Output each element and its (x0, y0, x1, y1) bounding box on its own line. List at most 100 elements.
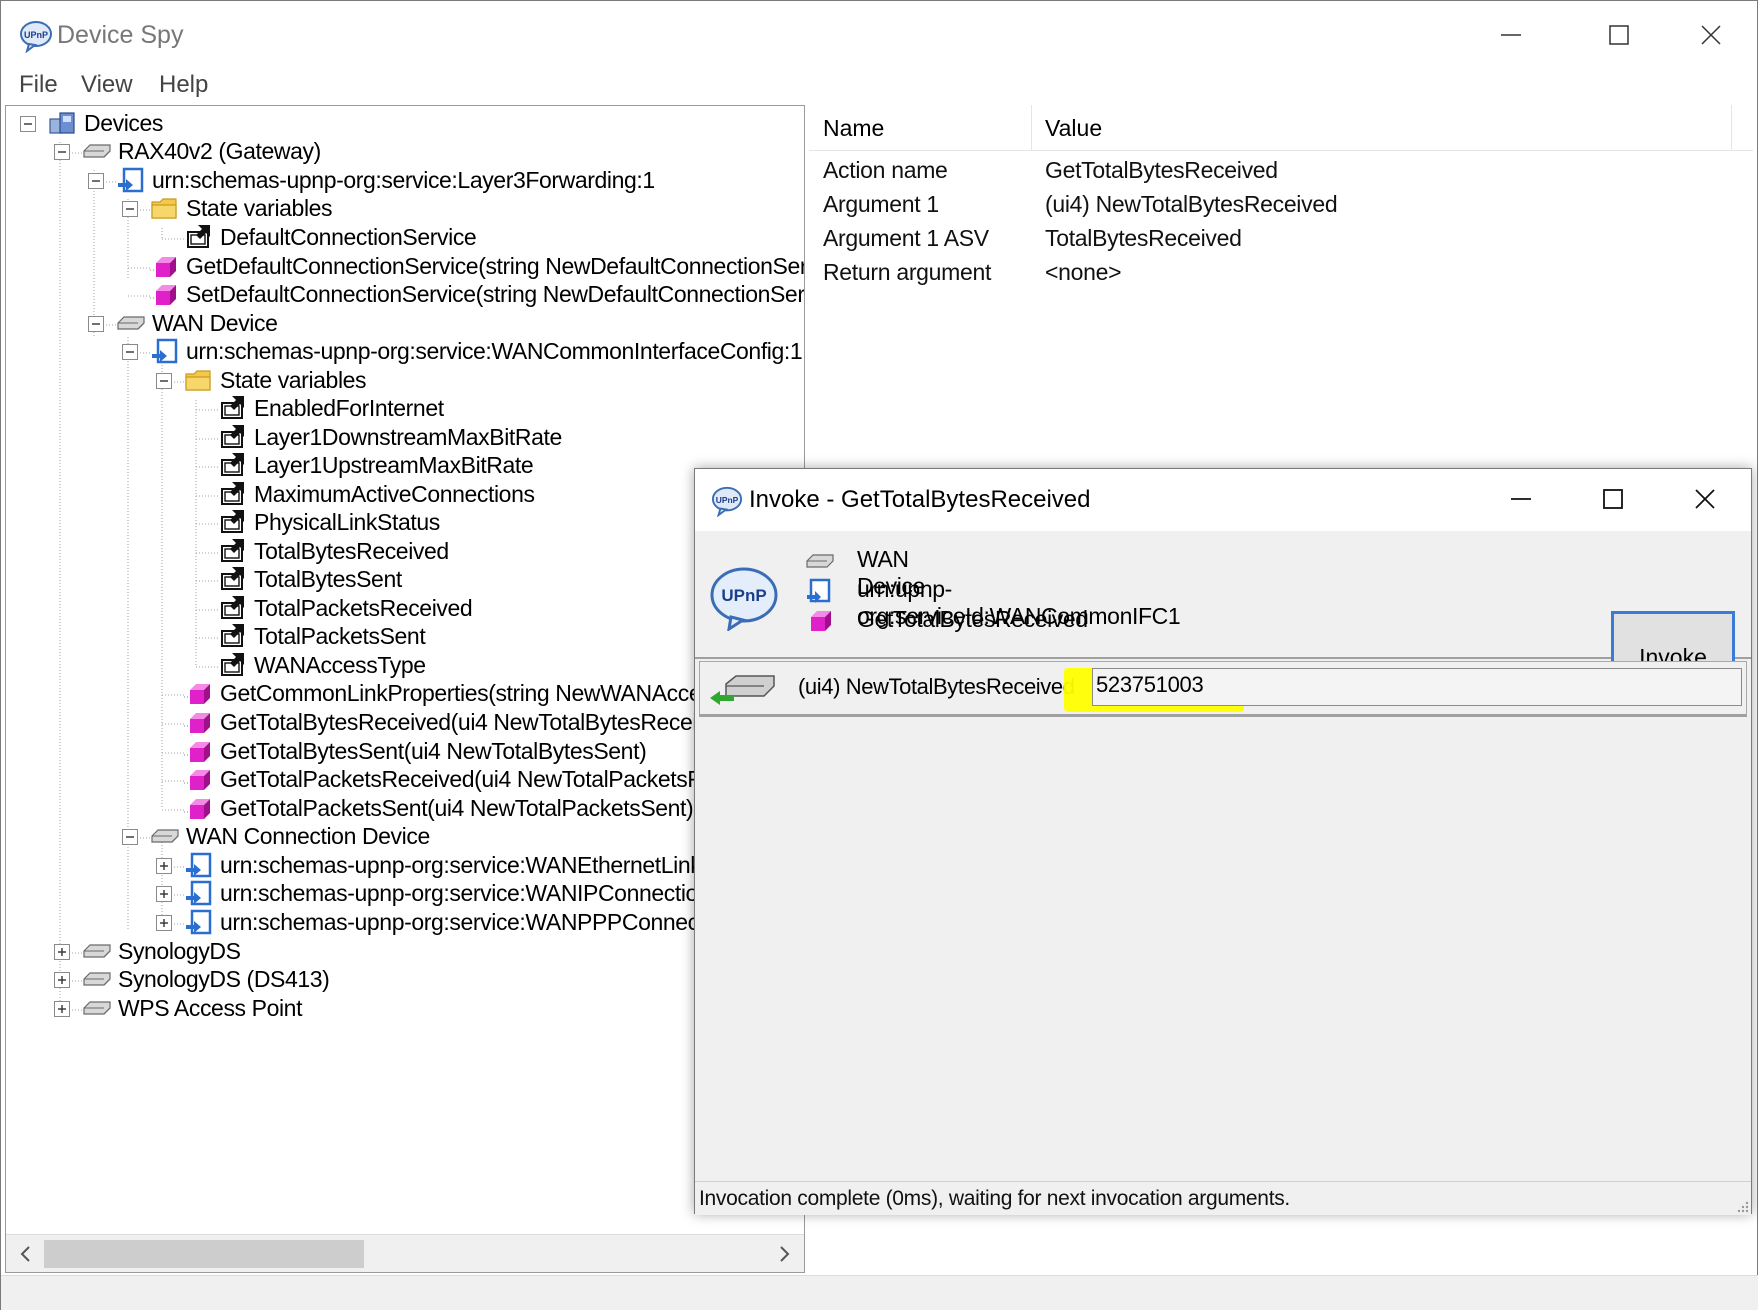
scroll-left-icon[interactable] (14, 1242, 38, 1266)
action-icon (184, 684, 210, 704)
service-icon (186, 909, 212, 935)
dialog-title: Invoke - GetTotalBytesReceived (749, 486, 1091, 513)
device-icon (83, 144, 111, 158)
property-row[interactable]: Argument 1 ASV TotalBytesReceived (809, 223, 1753, 257)
expand-icon[interactable] (54, 1001, 70, 1017)
tree-node-label: WAN Device (152, 310, 278, 336)
device-tree[interactable]: Devices RAX40v2 (Gateway) urn:schemas-upnp… (5, 105, 805, 1273)
property-row[interactable]: Action name GetTotalBytesReceived (809, 155, 1753, 189)
property-value: GetTotalBytesReceived (1045, 157, 1278, 183)
column-divider[interactable] (1031, 105, 1032, 151)
state-variable-icon (221, 453, 244, 476)
minimize-icon[interactable] (1501, 479, 1541, 519)
tree-node-label: GetTotalBytesReceived(ui4 NewTotalBytesR… (220, 709, 741, 735)
action-icon (184, 770, 210, 790)
property-row[interactable]: Return argument <none> (809, 257, 1753, 291)
upnp-icon: UPnP (711, 486, 743, 517)
column-divider[interactable] (1731, 105, 1732, 151)
menu-help[interactable]: Help (159, 71, 208, 99)
close-icon[interactable] (1685, 479, 1725, 519)
tree-node-label: TotalPacketsSent (254, 623, 426, 649)
collapse-icon[interactable] (122, 201, 138, 217)
property-value: (ui4) NewTotalBytesReceived (1045, 191, 1338, 217)
invocation-status: Invocation complete (0ms), waiting for n… (699, 1187, 1290, 1210)
tree-node-label: WPS Access Point (118, 995, 303, 1021)
svg-text:UPnP: UPnP (716, 495, 739, 505)
state-variable-icon (187, 225, 210, 248)
action-icon (150, 257, 176, 277)
svg-text:UPnP: UPnP (24, 30, 48, 40)
tree-node-label: SynologyDS (DS413) (118, 966, 330, 992)
collapse-icon[interactable] (122, 829, 138, 845)
menu-file[interactable]: File (19, 71, 58, 99)
collapse-icon[interactable] (88, 173, 104, 189)
property-name: Return argument (823, 259, 992, 285)
resize-grip-icon[interactable] (1735, 1199, 1749, 1213)
device-icon (806, 554, 834, 568)
tree-node-label: Devices (84, 110, 164, 136)
upnp-logo-icon: UPnP (710, 567, 778, 631)
state-variable-icon (221, 653, 244, 676)
properties-header: Name Value (809, 105, 1753, 151)
tree-node-label: GetDefaultConnectionService(string NewDe… (186, 253, 805, 279)
expand-icon[interactable] (156, 915, 172, 931)
expand-icon[interactable] (54, 944, 70, 960)
collapse-icon[interactable] (54, 144, 70, 160)
device-icon (151, 829, 179, 843)
collapse-icon[interactable] (122, 344, 138, 360)
action-icon (150, 285, 176, 305)
tree-node-label: GetTotalBytesSent(ui4 NewTotalBytesSent) (220, 738, 647, 764)
scrollbar-thumb[interactable] (44, 1240, 364, 1268)
dialog-body (695, 721, 1751, 1173)
svg-text:UPnP: UPnP (721, 586, 766, 605)
folder-icon (151, 198, 177, 219)
service-icon (186, 880, 212, 906)
column-header-name[interactable]: Name (823, 115, 884, 142)
dialog-info-header: UPnP WAN Device urn:upnp-org:serviceId:W… (695, 531, 1751, 703)
tree-node-label: State variables (186, 195, 333, 221)
service-icon (152, 338, 178, 364)
collapse-icon[interactable] (20, 116, 36, 132)
tree-node-label: TotalPacketsReceived (254, 595, 473, 621)
status-bar (1, 1275, 1758, 1310)
close-icon[interactable] (1691, 15, 1731, 55)
devices-root-icon (49, 112, 75, 134)
property-name: Argument 1 (823, 191, 939, 217)
expand-icon[interactable] (156, 858, 172, 874)
window-title: Device Spy (57, 21, 184, 49)
property-row[interactable]: Argument 1 (ui4) NewTotalBytesReceived (809, 189, 1753, 223)
state-variable-icon (221, 425, 244, 448)
horizontal-scrollbar[interactable] (6, 1234, 804, 1272)
expand-icon[interactable] (156, 886, 172, 902)
title-bar: UPnP Device Spy (1, 1, 1757, 69)
minimize-icon[interactable] (1491, 15, 1531, 55)
collapse-icon[interactable] (156, 373, 172, 389)
action-icon (811, 611, 831, 631)
state-variable-icon (221, 482, 244, 505)
scroll-right-icon[interactable] (772, 1242, 796, 1266)
expand-icon[interactable] (54, 972, 70, 988)
property-value: <none> (1045, 259, 1122, 285)
device-icon (83, 944, 111, 958)
output-argument-icon (710, 675, 775, 705)
column-header-value[interactable]: Value (1045, 115, 1102, 142)
property-name: Action name (823, 157, 948, 183)
menu-view[interactable]: View (81, 71, 133, 99)
tree-node-label: SetDefaultConnectionService(string NewDe… (186, 281, 805, 307)
menu-bar: File View Help (1, 69, 1757, 105)
device-icon (83, 1001, 111, 1015)
state-variable-icon (221, 396, 244, 419)
service-icon (118, 167, 144, 193)
upnp-icon: UPnP (20, 21, 52, 53)
tree-node-label: WAN Connection Device (186, 823, 430, 849)
collapse-icon[interactable] (88, 316, 104, 332)
property-value: TotalBytesReceived (1045, 225, 1242, 251)
state-variable-icon (221, 510, 244, 533)
maximize-icon[interactable] (1599, 15, 1639, 55)
dialog-action-name: GetTotalBytesReceived (857, 606, 1088, 632)
service-icon (807, 578, 831, 603)
tree-node-label: EnabledForInternet (254, 395, 444, 421)
maximize-icon[interactable] (1593, 479, 1633, 519)
service-icon (186, 852, 212, 878)
tree-node-label: urn:schemas-upnp-org:service:Layer3Forwa… (152, 167, 655, 193)
